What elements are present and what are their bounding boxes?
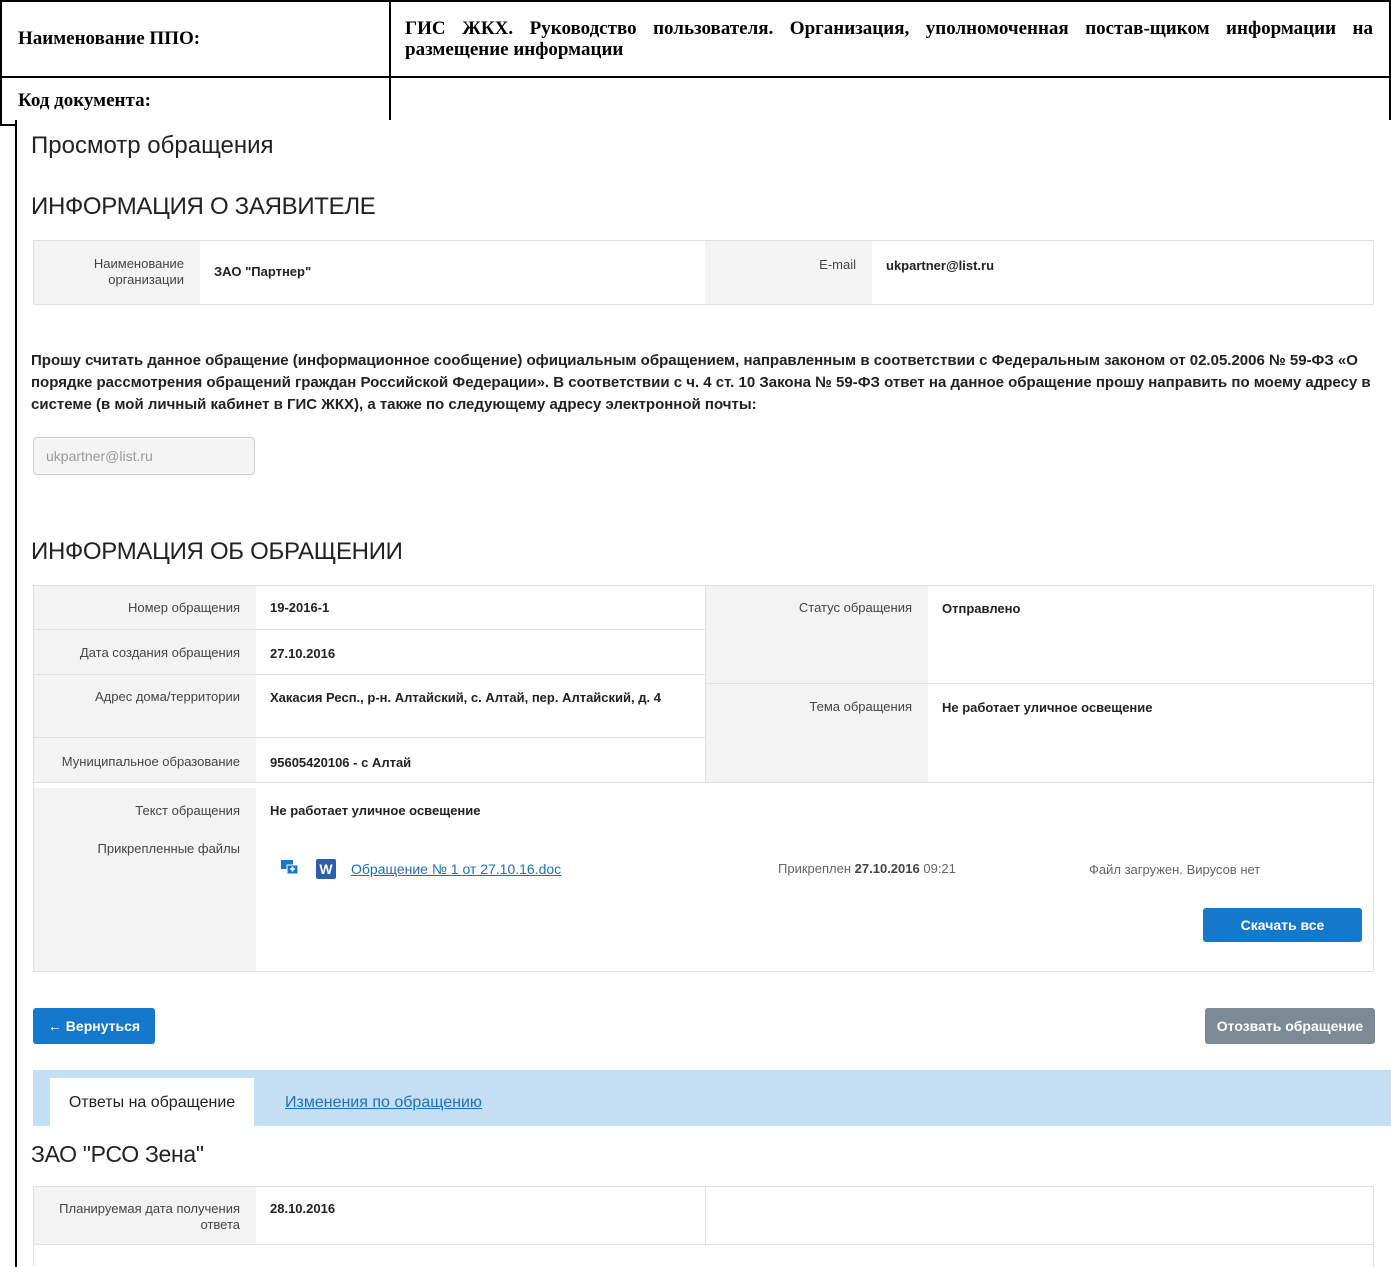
row-divider — [34, 1244, 1373, 1245]
appeal-text-label: Текст обращения — [135, 803, 240, 818]
ppo-label: Наименование ППО: — [0, 0, 391, 78]
reply-email-field[interactable]: ukpartner@list.ru — [33, 437, 255, 475]
doc-code-value — [389, 76, 1391, 126]
withdraw-appeal-button[interactable]: Отозвать обращение — [1205, 1008, 1375, 1044]
column-divider — [705, 1187, 706, 1244]
address-label: Адрес дома/территории — [34, 675, 256, 737]
word-icon-letter: W — [316, 859, 336, 879]
appeal-section-title: ИНФОРМАЦИЯ ОБ ОБРАЩЕНИИ — [31, 538, 403, 565]
applicant-section-title: ИНФОРМАЦИЯ О ЗАЯВИТЕЛЕ — [31, 193, 376, 220]
tab-changes[interactable]: Изменения по обращению — [285, 1078, 482, 1128]
document-header: Наименование ППО: ГИС ЖКХ. Руководство п… — [0, 0, 1391, 126]
attached-date: 27.10.2016 — [854, 861, 920, 876]
planned-date-label: Планируемая дата получения ответа — [34, 1187, 256, 1244]
files-label: Прикрепленные файлы — [97, 841, 241, 856]
official-request-text: Прошу считать данное обращение (информац… — [31, 352, 1371, 413]
appeal-text-value: Не работает уличное освещение — [270, 803, 481, 818]
municipal-label: Муниципальное образование — [34, 738, 256, 782]
attached-file-link[interactable]: Обращение № 1 от 27.10.16.doc — [351, 861, 561, 877]
attached-prefix: Прикреплен — [778, 861, 852, 876]
attached-time: 09:21 — [923, 861, 956, 876]
tab-answers[interactable]: Ответы на обращение — [50, 1078, 254, 1128]
signature-icon[interactable] — [280, 858, 300, 876]
screenshot-area: Просмотр обращения ИНФОРМАЦИЯ О ЗАЯВИТЕЛ… — [15, 120, 1391, 1267]
page-title: Просмотр обращения — [31, 132, 274, 159]
org-name-value: ЗАО "Партнер" — [214, 264, 312, 279]
row-divider — [34, 782, 1373, 783]
doc-code-label: Код документа: — [0, 76, 391, 126]
email-value: ukpartner@list.ru — [886, 258, 995, 273]
status-value: Отправлено — [942, 601, 1021, 616]
back-button[interactable]: ← Вернуться — [33, 1008, 155, 1044]
response-org-title: ЗАО "РСО Зена" — [31, 1141, 204, 1167]
ppo-value: ГИС ЖКХ. Руководство пользователя. Орган… — [389, 0, 1391, 78]
appeal-date-label: Дата создания обращения — [34, 630, 256, 674]
appeal-number-value: 19-2016-1 — [270, 600, 330, 615]
email-label: E-mail — [705, 241, 872, 304]
appeal-date-value: 27.10.2016 — [270, 646, 336, 661]
planned-date-value: 28.10.2016 — [270, 1201, 336, 1216]
status-label: Статус обращения — [706, 586, 928, 683]
file-scan-status: Файл загружен. Вирусов нет — [1089, 862, 1261, 877]
word-icon: W — [316, 859, 336, 879]
document-header-table: Наименование ППО: ГИС ЖКХ. Руководство п… — [0, 0, 1391, 126]
download-all-button[interactable]: Скачать все — [1203, 908, 1362, 942]
topic-value: Не работает уличное освещение — [942, 700, 1153, 715]
appeal-number-label: Номер обращения — [34, 586, 256, 629]
text-files-label-column: Текст обращения Прикрепленные файлы — [34, 788, 256, 971]
file-attached-info: Прикреплен 27.10.2016 09:21 — [778, 861, 956, 876]
topic-label: Тема обращения — [706, 684, 928, 782]
org-name-label: Наименование организации — [34, 241, 200, 304]
address-value: Хакасия Респ., р-н. Алтайский, с. Алтай,… — [270, 690, 661, 705]
municipal-value: 95605420106 - с Алтай — [270, 755, 412, 770]
